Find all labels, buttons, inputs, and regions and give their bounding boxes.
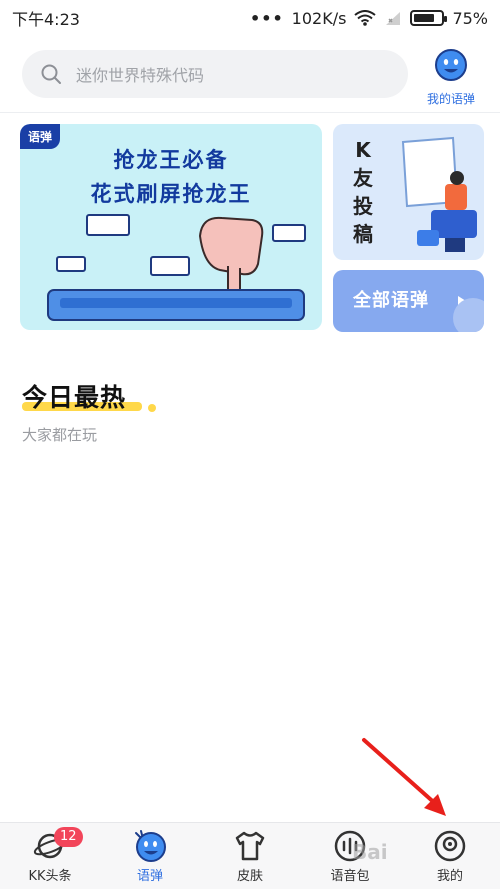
nav-label: 语音包 (330, 869, 370, 884)
signal-icon (386, 12, 401, 25)
nav-item-profile[interactable]: 我的 (400, 823, 500, 889)
watermark-text: Bai (352, 840, 388, 864)
bottom-nav: 12 KK头条 语弹 皮肤 语音包 我的 (0, 822, 500, 889)
phone-bar-icon (47, 289, 305, 321)
banner-dragon-king[interactable]: 语弹 抢龙王必备 花式刷屏抢龙王 (20, 124, 322, 330)
notification-badge: 12 (54, 827, 83, 847)
search-bar[interactable]: 迷你世界特殊代码 (22, 50, 408, 98)
chat-bubble-icon (56, 256, 86, 272)
my-yudan-button[interactable]: 我的语弹 (418, 48, 484, 106)
my-yudan-label: 我的语弹 (426, 92, 475, 106)
banner-all-yudan[interactable]: 全部语弹 (333, 270, 484, 332)
banner-line-2: 花式刷屏抢龙王 (90, 182, 252, 206)
all-yudan-label: 全部语弹 (353, 290, 429, 311)
wifi-icon (354, 10, 377, 26)
nav-label: 我的 (436, 869, 463, 884)
nav-item-kk-news[interactable]: 12 KK头条 (0, 823, 100, 889)
header-divider (0, 112, 500, 113)
search-placeholder: 迷你世界特殊代码 (76, 66, 205, 85)
chat-bubble-icon (86, 214, 130, 236)
profile-icon (434, 830, 466, 862)
battery-percent: 75% (452, 8, 488, 28)
banner-contribute[interactable]: K 友 投 稿 (333, 124, 484, 260)
hot-title-dot (148, 404, 156, 412)
battery-icon (410, 10, 448, 26)
decorative-face-icon (453, 298, 484, 332)
contributor-illustration-icon (401, 136, 477, 252)
network-speed: 102K/s (291, 8, 347, 28)
nav-label: 皮肤 (236, 869, 263, 884)
contribute-text: K 友 投 稿 (353, 138, 373, 246)
hot-section-subtitle: 大家都在玩 (22, 426, 98, 444)
nav-label: 语弹 (136, 869, 163, 884)
yudan-icon (135, 830, 166, 862)
chat-bubble-icon (150, 256, 190, 276)
yudan-face-icon (435, 49, 467, 81)
nav-label: KK头条 (28, 869, 72, 884)
status-time: 下午4:23 (12, 10, 80, 29)
more-dots-icon: ••• (249, 8, 284, 28)
status-bar: 下午4:23 ••• 102K/s 75% (0, 0, 500, 36)
search-icon (41, 64, 61, 84)
nav-item-yudan[interactable]: 语弹 (100, 823, 200, 889)
shirt-icon (235, 831, 265, 861)
pointing-hand-icon (198, 216, 264, 293)
banner-line-1: 抢龙王必备 (113, 148, 229, 172)
nav-item-skin[interactable]: 皮肤 (200, 823, 300, 889)
hot-section-title: 今日最热 (22, 383, 127, 412)
